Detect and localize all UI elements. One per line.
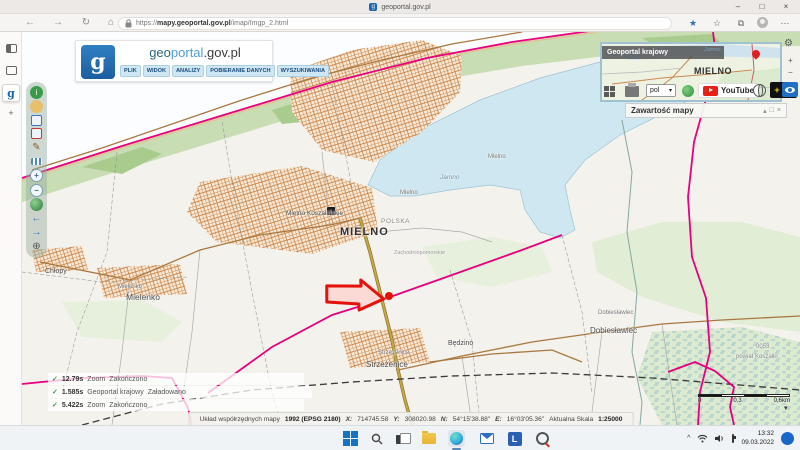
forward-button[interactable]: → [50,15,66,31]
coordinates-statusbar: Układ współrzędnych mapy1992 (EPSG 2180)… [189,412,634,425]
start-button[interactable] [342,430,359,447]
status-message: ✓ 12.79s Zoom Zakończono [48,373,304,385]
collections-icon[interactable]: ⧉ [732,15,750,31]
print-icon[interactable] [625,86,639,97]
scale-bar: 0 0,3 0,6km ▾ [698,394,790,404]
poi-marker[interactable]: i [327,207,335,216]
next-view-icon[interactable]: → [30,226,43,239]
overview-city-label: MIELNO [694,66,732,76]
menu-widok[interactable]: WIDOK [143,65,170,77]
site-title: geoportal.gov.pl [120,45,270,61]
youtube-play-icon [703,86,718,96]
profile-avatar[interactable] [757,17,768,28]
browser-toolbar: ← → ↻ ⌂ https://mapy.geoportal.gov.pl/im… [0,14,800,32]
clear-selection-icon[interactable] [31,128,42,139]
wifi-icon[interactable] [697,434,708,443]
favorites-icon[interactable]: ★ [684,15,702,31]
zoom-minus-icon[interactable]: − [788,68,793,77]
lock-icon [125,19,132,28]
menu-plik[interactable]: PLIK [120,65,141,77]
refresh-button[interactable]: ↻ [78,15,94,31]
mail-icon[interactable] [478,430,495,447]
powertoys-icon[interactable] [534,430,551,447]
notification-badge[interactable] [781,432,794,445]
tab-list-icon[interactable] [4,42,18,56]
maximize-button[interactable]: □ [750,0,774,14]
map-content-panel-header[interactable]: Zawartość mapy ▴ □ × [625,103,787,118]
vertical-tabs-sidebar: g + [0,32,22,425]
search-icon[interactable] [368,430,385,447]
tab-group-icon[interactable] [4,64,18,78]
panel-window-icon[interactable]: □ [770,107,774,115]
active-tab-tile[interactable]: g [2,84,20,102]
draw-icon[interactable]: ✎ [30,141,43,154]
qr-icon[interactable] [604,86,615,97]
check-icon: ✓ [52,388,58,396]
visibility-button[interactable] [782,82,798,97]
tray-expand-icon[interactable]: ^ [687,435,690,442]
marsh [637,327,800,425]
language-select[interactable]: pol▾ [646,84,676,97]
coordinates-icon[interactable]: ⊕ [30,240,43,253]
overview-lake-label: Jamno [704,47,721,53]
zoom-in-icon[interactable]: + [30,169,43,182]
l-app-icon[interactable]: L [506,430,523,447]
main-menu: PLIK WIDOK ANALIZY POBIERANIE DANYCH WYS… [120,65,329,77]
chevron-down-icon: ▾ [669,87,672,94]
status-message: ✓ 5.422s Zoom Zakończono [48,399,304,411]
file-explorer-icon[interactable] [420,430,437,447]
map-content-title: Zawartość mapy [631,106,694,115]
browser-tab[interactable]: g geoportal.gov.pl [0,0,800,14]
location-pin-icon [750,50,762,62]
close-button[interactable]: × [774,0,798,14]
pan-icon[interactable] [30,100,43,113]
taskbar-clock[interactable]: 13:32 09.03.2022 [741,430,774,448]
volume-icon[interactable] [715,434,725,443]
check-icon: ✓ [52,375,58,383]
menu-pobieranie-danych[interactable]: POBIERANIE DANYCH [206,65,274,77]
check-icon: ✓ [52,401,58,409]
url-text: https://mapy.geoportal.gov.pl/imap/Imgp_… [136,20,288,27]
youtube-button[interactable]: YouTube [698,83,759,98]
screen: g geoportal.gov.pl – □ × ← → ↻ ⌂ https:/… [0,0,800,450]
panel-collapse-icon[interactable]: ▴ [763,107,767,115]
address-bar[interactable]: https://mapy.geoportal.gov.pl/imap/Imgp_… [118,17,672,30]
zoom-out-icon[interactable]: − [30,184,43,197]
add-favorite-icon[interactable]: ☆ [708,15,726,31]
eye-icon [785,87,795,93]
home-button[interactable]: ⌂ [103,15,119,31]
new-tab-button[interactable]: + [4,106,18,120]
back-button[interactable]: ← [22,15,38,31]
full-extent-icon[interactable] [30,198,43,211]
panel-close-icon[interactable]: × [777,107,781,115]
svg-text:i: i [330,210,331,216]
task-view-icon[interactable] [394,430,411,447]
select-rectangle-icon[interactable] [31,115,42,126]
status-message: ✓ 1.585s Geoportal krajowy Załadowano [48,386,312,398]
browser-titlebar: g geoportal.gov.pl – □ × [0,0,800,14]
settings-gear-icon[interactable]: ⚙ [784,38,793,49]
minimize-button[interactable]: – [726,0,750,14]
collapse-icon[interactable]: ▾ [784,404,788,412]
measure-icon[interactable] [31,158,42,165]
status-dot-icon[interactable] [682,85,694,97]
system-tray: ^ 13:32 09.03.2022 [687,426,794,450]
map-container: i Chłopy Mielenko Mielenko Mielno Koszal… [22,32,800,425]
identify-icon[interactable]: i [30,86,43,99]
map-toolbar: i ✎ + − ← → ⊕ [26,82,47,258]
windows-taskbar: L ^ 13:32 09.03.2022 [0,425,800,450]
previous-view-icon[interactable]: ← [30,212,43,225]
globe-icon[interactable] [753,84,766,97]
selected-point-marker[interactable] [385,292,393,300]
zoom-plus-icon[interactable]: + [788,56,793,65]
menu-wyszukiwania[interactable]: WYSZUKIWANIA [277,65,329,77]
geoportal-logo[interactable]: g [81,45,115,79]
geoportal-header: g geoportal.gov.pl PLIK WIDOK ANALIZY PO… [75,40,273,82]
battery-icon[interactable] [732,435,734,442]
edge-browser-icon[interactable] [448,430,465,447]
menu-analizy[interactable]: ANALIZY [172,65,204,77]
more-menu-icon[interactable]: ⋯ [776,15,794,31]
tab-favicon: g [369,3,377,11]
tab-title: geoportal.gov.pl [381,4,430,11]
